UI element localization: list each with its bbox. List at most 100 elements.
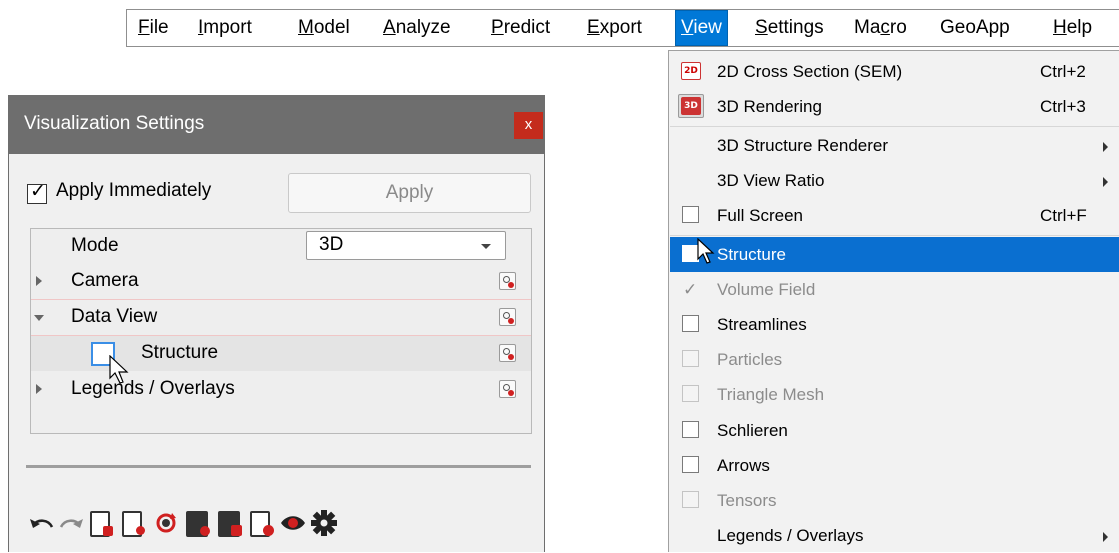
- view-menu-item-label: Tensors: [717, 491, 777, 510]
- view-menu-item-3d-structure-renderer[interactable]: 3D Structure Renderer: [670, 128, 1119, 163]
- menu-separator: [670, 235, 1119, 236]
- menu-import-label: Import: [198, 17, 252, 38]
- view-menu-item-label: Volume Field: [717, 280, 816, 299]
- checkbox-icon: [682, 315, 699, 332]
- undo-icon[interactable]: [28, 509, 56, 537]
- view-menu-item-volume-field[interactable]: ✓ Volume Field: [670, 272, 1119, 307]
- menu-view-label: View: [681, 17, 722, 38]
- view-menu-item-label: 3D Rendering: [717, 97, 822, 116]
- menu-predict-label: Predict: [491, 17, 551, 38]
- menu-import[interactable]: Import: [198, 10, 252, 46]
- menu-help[interactable]: Help: [1053, 10, 1092, 46]
- checkbox-icon: [682, 421, 699, 438]
- view-menu-item-label: Full Screen: [717, 206, 803, 225]
- tree-row-data-view[interactable]: Data View: [31, 300, 531, 336]
- collapse-arrow-icon[interactable]: [34, 315, 44, 321]
- checkbox-icon: [682, 206, 699, 223]
- menu-settings-label: Settings: [755, 17, 824, 38]
- reset-defaults-icon[interactable]: [499, 308, 516, 326]
- reset-defaults-icon[interactable]: [499, 344, 516, 362]
- reset-defaults-icon[interactable]: [499, 272, 516, 290]
- view-menu-item-label: 3D Structure Renderer: [717, 136, 889, 155]
- view-menu-item-shortcut: Ctrl+2: [1040, 62, 1086, 81]
- view-menu-item-structure[interactable]: Structure: [670, 237, 1119, 272]
- view-menu-dropdown: 2D 2D Cross Section (SEM) Ctrl+2 3D 3D R…: [668, 50, 1119, 552]
- menu-analyze-label: Analyze: [383, 17, 451, 38]
- menu-file[interactable]: File: [138, 10, 169, 46]
- view-menu-item-streamlines[interactable]: Streamlines: [670, 307, 1119, 342]
- view-menu-item-arrows[interactable]: Arrows: [670, 448, 1119, 483]
- redo-icon[interactable]: [57, 509, 85, 537]
- mode-select[interactable]: 3D: [306, 231, 506, 260]
- save-settings-icon[interactable]: [88, 509, 116, 537]
- menu-geoapp[interactable]: GeoApp: [940, 10, 1010, 46]
- view-menu-item-full-screen[interactable]: Full Screen Ctrl+F: [670, 198, 1119, 233]
- menu-export[interactable]: Export: [587, 10, 642, 46]
- view-menu-item-2d-cross-section[interactable]: 2D 2D Cross Section (SEM) Ctrl+2: [670, 54, 1119, 89]
- copy-settings-icon[interactable]: [216, 509, 244, 537]
- view-menu-item-label: Legends / Overlays: [717, 526, 864, 545]
- view-menu-item-label: 2D Cross Section (SEM): [717, 62, 903, 81]
- view-menu-item-label: Arrows: [717, 456, 770, 475]
- panel-title-bar[interactable]: Visualization Settings x: [9, 96, 544, 154]
- tree-row-legends-overlays[interactable]: Legends / Overlays: [31, 372, 531, 407]
- menu-analyze[interactable]: Analyze: [383, 10, 451, 46]
- gear-icon[interactable]: [310, 509, 338, 537]
- 2d-view-icon: 2D: [681, 62, 701, 80]
- menu-predict[interactable]: Predict: [491, 10, 550, 46]
- tree-row-structure[interactable]: Structure: [31, 336, 531, 371]
- menu-help-label: Help: [1053, 17, 1093, 38]
- checkbox-icon: [682, 491, 699, 508]
- chevron-down-icon: [481, 244, 491, 249]
- refresh-settings-icon[interactable]: [152, 509, 180, 537]
- view-menu-item-shortcut: Ctrl+3: [1040, 97, 1086, 116]
- tree-row-mode: Mode 3D: [31, 229, 531, 264]
- view-menu-item-label: Particles: [717, 350, 783, 369]
- menu-model[interactable]: Model: [298, 10, 350, 46]
- reset-defaults-icon[interactable]: [499, 380, 516, 398]
- view-menu-item-label: Structure: [717, 245, 786, 264]
- panel-divider: [26, 465, 531, 468]
- menu-geoapp-label: GeoApp: [940, 17, 1010, 38]
- structure-label: Structure: [141, 342, 219, 363]
- submenu-arrow-icon: [1103, 532, 1108, 542]
- code-settings-icon[interactable]: [248, 509, 276, 537]
- expand-arrow-icon[interactable]: [36, 276, 42, 286]
- apply-immediately-label: Apply Immediately: [56, 180, 212, 201]
- mode-select-value: 3D: [319, 234, 344, 255]
- eye-icon[interactable]: [279, 509, 307, 537]
- view-menu-item-legends-overlays[interactable]: Legends / Overlays: [670, 518, 1119, 553]
- view-menu-item-tensors[interactable]: Tensors: [670, 483, 1119, 518]
- tree-row-camera[interactable]: Camera: [31, 264, 531, 300]
- menu-model-label: Model: [298, 17, 350, 38]
- view-menu-item-triangle-mesh[interactable]: Triangle Mesh: [670, 377, 1119, 412]
- view-menu-item-label: Streamlines: [717, 315, 807, 334]
- menu-view[interactable]: View: [675, 10, 728, 46]
- checkbox-icon: [682, 350, 699, 367]
- view-menu-item-particles[interactable]: Particles: [670, 342, 1119, 377]
- view-menu-item-label: 3D View Ratio: [717, 171, 825, 190]
- settings-tree: Mode 3D Camera Data View Structure Legen…: [30, 228, 532, 434]
- menu-file-label: File: [138, 17, 169, 38]
- legends-overlays-label: Legends / Overlays: [71, 378, 235, 399]
- apply-button[interactable]: Apply: [288, 173, 531, 213]
- view-menu-item-label: Schlieren: [717, 421, 788, 440]
- 3d-view-icon: 3D: [678, 94, 704, 118]
- view-menu-item-shortcut: Ctrl+F: [1040, 206, 1087, 225]
- camera-label: Camera: [71, 270, 139, 291]
- load-settings-icon[interactable]: [120, 509, 148, 537]
- menu-macro[interactable]: Macro: [854, 10, 907, 46]
- apply-to-all-icon[interactable]: [184, 509, 212, 537]
- close-button[interactable]: x: [514, 112, 543, 139]
- panel-title: Visualization Settings: [24, 113, 205, 134]
- menu-settings[interactable]: Settings: [755, 10, 824, 46]
- apply-immediately-checkbox[interactable]: ✓: [27, 181, 47, 204]
- submenu-arrow-icon: [1103, 177, 1108, 187]
- view-menu-item-3d-view-ratio[interactable]: 3D View Ratio: [670, 163, 1119, 198]
- close-icon: x: [524, 116, 533, 133]
- view-menu-item-schlieren[interactable]: Schlieren: [670, 413, 1119, 448]
- view-menu-item-3d-rendering[interactable]: 3D 3D Rendering Ctrl+3: [670, 89, 1119, 124]
- expand-arrow-icon[interactable]: [36, 384, 42, 394]
- menu-separator: [670, 126, 1119, 127]
- checkmark-icon: ✓: [683, 280, 698, 299]
